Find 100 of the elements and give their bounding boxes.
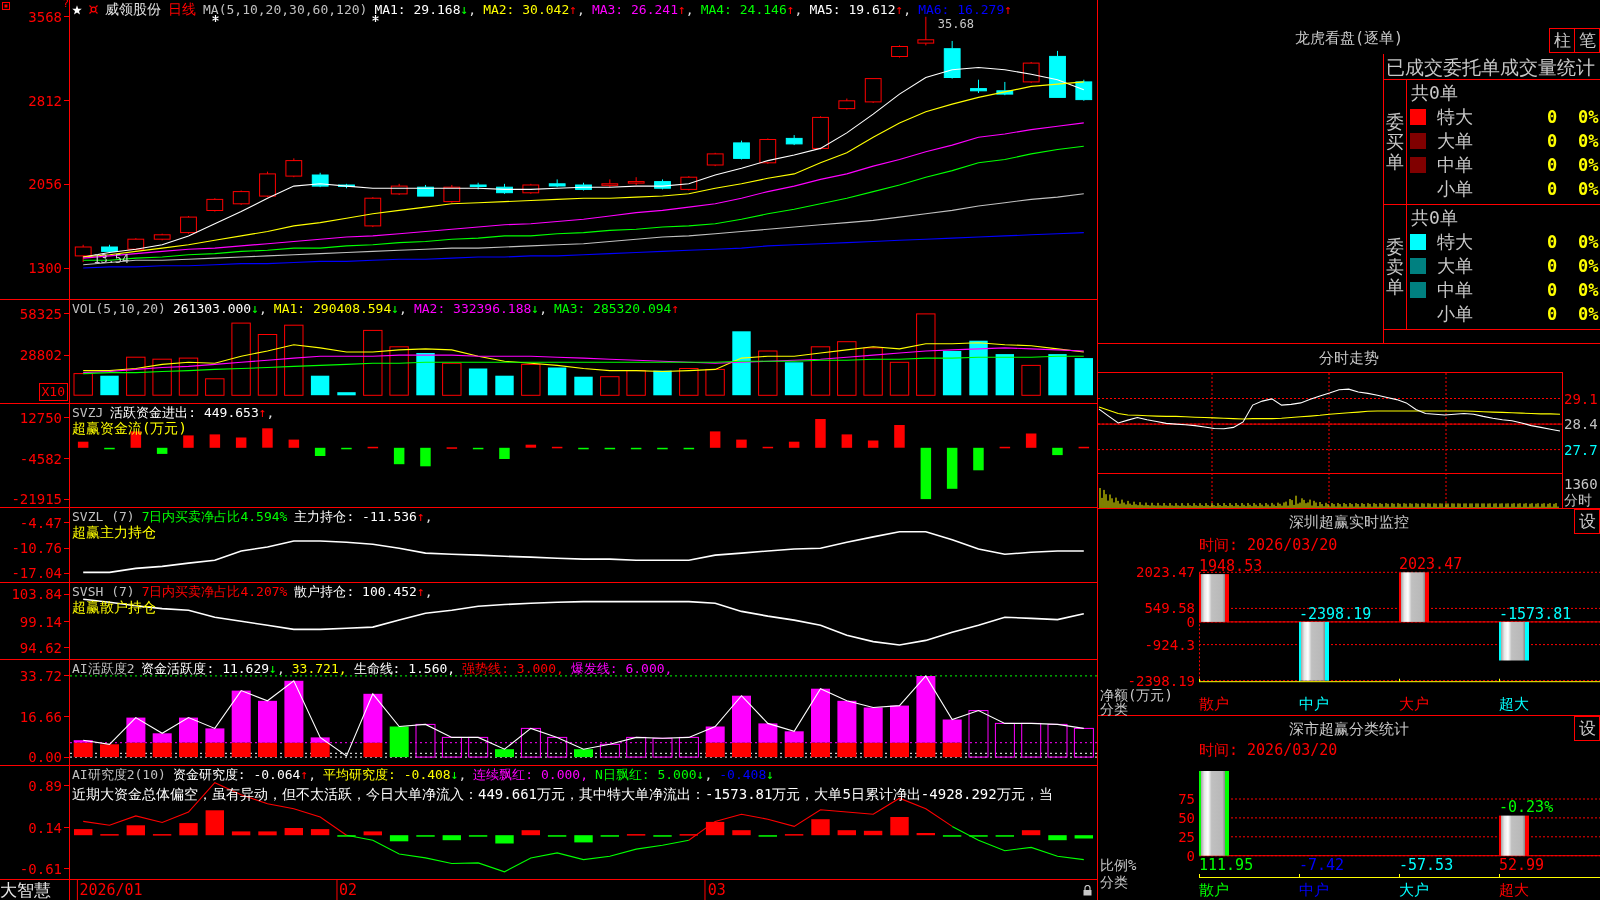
- category-label: 超大: [1499, 882, 1529, 898]
- trend-arrow: ↑,: [786, 2, 803, 17]
- indicator-value: 33.721,: [291, 661, 347, 676]
- trend-arrow: ↓,: [391, 301, 407, 316]
- order-percent: 0%: [1577, 256, 1600, 276]
- axis-label: 103.84: [11, 587, 62, 602]
- x-axis-title: 分类: [1100, 702, 1128, 716]
- axis-label: 99.14: [19, 614, 62, 629]
- date-label: 2026/01: [76, 880, 143, 900]
- order-size-label: 小单: [1436, 302, 1474, 326]
- indicator-value: MA6: 16.279: [918, 2, 1005, 17]
- category-label: 超大: [1499, 696, 1529, 712]
- axis-label: 1300: [28, 261, 62, 275]
- trend-arrow: ↑: [671, 301, 680, 316]
- order-size-label: 中单: [1436, 278, 1474, 302]
- order-count: 0: [1546, 256, 1559, 276]
- trend-arrow: ↓: [766, 767, 775, 782]
- indicator-value: 连续飘红: 0.000,: [473, 767, 588, 782]
- axis-label: 28802: [19, 348, 62, 363]
- axis-label: 0.00: [28, 750, 62, 765]
- indicator-name: VOL(5,10,20): [72, 301, 166, 316]
- category-label: 中户: [1299, 696, 1329, 712]
- trend-arrow: ↑: [1004, 2, 1013, 17]
- indicator-name: SVZL (7): [72, 509, 135, 524]
- axis-label: -4.47: [19, 515, 62, 530]
- indicator-name: AI活跃度2: [72, 661, 135, 676]
- table-title: 已成交委托单成交量统计: [1384, 54, 1600, 80]
- axis-label: -10.76: [11, 541, 62, 556]
- trend-arrow: ↓,: [696, 767, 713, 782]
- order-size-label: 中单: [1436, 153, 1474, 177]
- category-label: 散户: [1199, 882, 1229, 898]
- order-total: 共0单: [1410, 81, 1459, 105]
- trend-arrow: ↓,: [460, 2, 477, 17]
- order-percent: 0%: [1577, 304, 1600, 324]
- x-axis-title: 分类: [1100, 875, 1128, 889]
- axis-label: 25: [1178, 829, 1195, 844]
- axis-label: 58325: [19, 306, 62, 321]
- y-axis-title: 比例%: [1100, 858, 1137, 872]
- axis-label: 28.4: [1564, 417, 1598, 432]
- indicator-value: MA2: 332396.188: [413, 301, 532, 316]
- axis-label: 75: [1178, 792, 1195, 806]
- axis-label: 33.72: [19, 668, 62, 683]
- axis-label: 2812: [28, 93, 62, 108]
- order-percent: 0%: [1577, 155, 1600, 175]
- scale-factor-label: X10: [38, 383, 68, 401]
- group-label: 委卖单: [1386, 237, 1404, 297]
- indicator-value: MA2: 30.042: [483, 2, 570, 17]
- indicator-value: MA3: 285320.094: [554, 301, 672, 316]
- axis-label: 29.1: [1564, 391, 1598, 406]
- indicator-value: 资金活跃度: 11.629: [141, 661, 270, 676]
- indicator-name: SVZJ: [72, 405, 104, 420]
- axis-label: -17.04: [11, 566, 62, 581]
- axis-label: 0.14: [28, 820, 62, 835]
- order-percent: 0%: [1577, 232, 1600, 252]
- group-label: 委买单: [1386, 112, 1404, 172]
- axis-label: 12750: [19, 410, 62, 425]
- order-count: 0: [1546, 155, 1559, 175]
- brand-name: 大智慧: [0, 880, 70, 900]
- indicator-name: AI研究度2(10): [72, 767, 166, 782]
- price-annotation: 35.68: [937, 17, 974, 30]
- indicator-value: 资金研究度: -0.064: [172, 767, 301, 782]
- indicator-value: MA5: 19.612: [809, 2, 896, 17]
- axis-label: -2398.19: [1127, 673, 1195, 688]
- axis-label: -924.3: [1144, 637, 1195, 652]
- trend-arrow: ↑,: [416, 584, 433, 599]
- axis-label: 16.66: [19, 710, 62, 724]
- stock-name: 威领股份: [105, 2, 161, 17]
- value-label: 2023.47: [1399, 557, 1463, 573]
- order-size-label: 大单: [1436, 254, 1474, 278]
- axis-label: 2023.47: [1136, 565, 1195, 580]
- order-count: 0: [1546, 131, 1559, 151]
- indicator-value: MA1: 290408.594: [273, 301, 392, 316]
- indicator-value: 7日内买卖净占比4.207%: [141, 584, 288, 599]
- order-total: 共0单: [1410, 206, 1459, 230]
- indicator-value: 7日内买卖净占比4.594%: [141, 509, 288, 524]
- section-title: 深市超赢分类统计: [1289, 719, 1409, 739]
- trend-arrow: ↑,: [300, 767, 317, 782]
- change-annotation: -0.23%: [1499, 799, 1554, 815]
- value-label: -2398.19: [1299, 606, 1372, 622]
- trend-arrow: ↓,: [531, 301, 547, 316]
- indicator-name: SVSH (7): [72, 584, 135, 599]
- trend-arrow: ↑,: [258, 405, 275, 420]
- value-label: -1573.81: [1499, 606, 1572, 622]
- date-label: 03: [704, 880, 726, 900]
- indicator-value: 散户持仓: 100.452: [294, 584, 417, 599]
- category-label: 大户: [1399, 696, 1429, 712]
- section-title: 分时走势: [1319, 348, 1379, 368]
- date-label: 02: [335, 880, 358, 900]
- category-label: 散户: [1199, 696, 1229, 712]
- panel-title: 龙虎看盘(逐单): [1294, 29, 1404, 49]
- volume-scale-label: 1360: [1564, 476, 1598, 492]
- section-title: 深圳超赢实时监控: [1289, 512, 1409, 532]
- indicator-value: N日飘红: 5.000: [595, 767, 697, 782]
- indicator-value: 活跃资金进出: 449.653: [110, 405, 259, 420]
- trend-arrow: ↑,: [895, 2, 912, 17]
- indicator-value: 261303.000: [172, 301, 252, 316]
- value-label: 52.99: [1499, 857, 1545, 873]
- axis-label: 549.58: [1144, 601, 1195, 616]
- axis-label: 50: [1178, 810, 1195, 825]
- value-label: -7.42: [1299, 857, 1345, 873]
